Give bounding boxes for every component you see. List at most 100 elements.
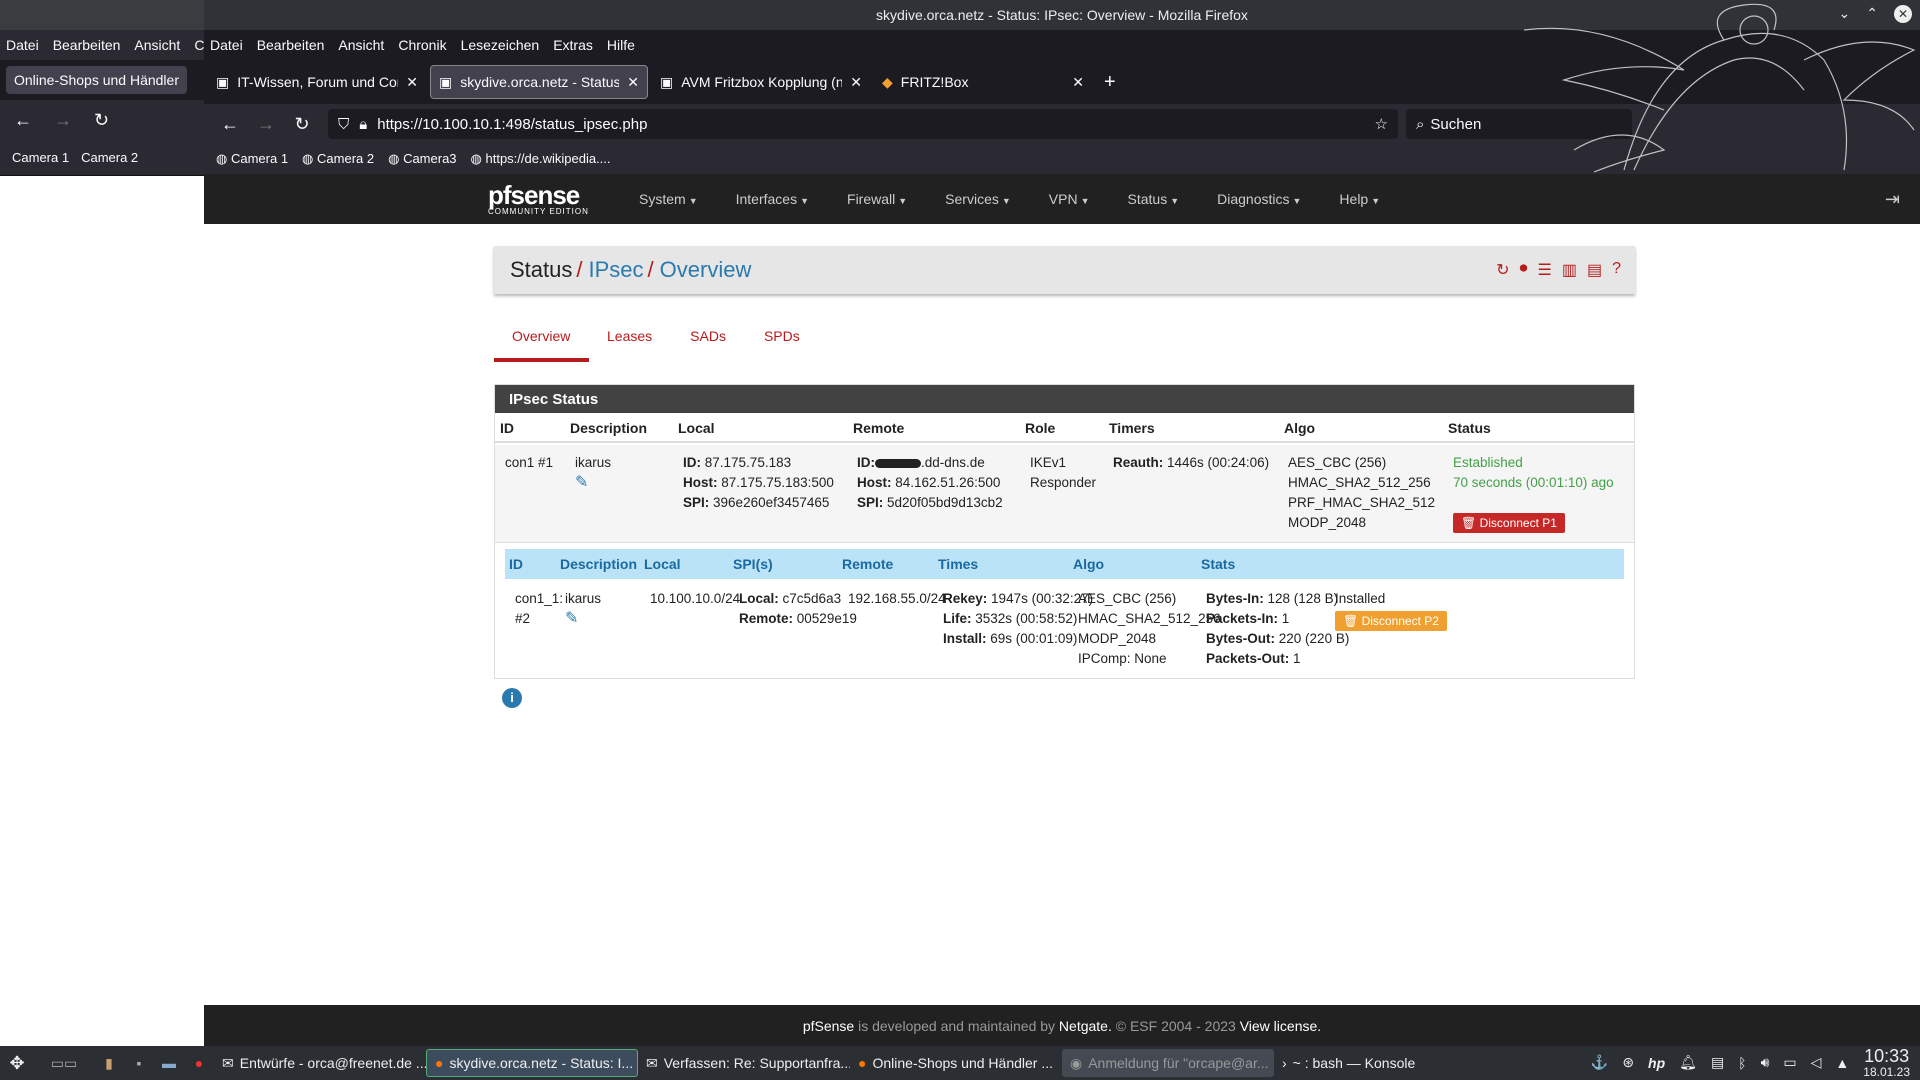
logout-icon[interactable]: ⇥ bbox=[1885, 189, 1900, 210]
breadcrumb-overview[interactable]: Overview bbox=[660, 257, 752, 283]
notifications-tray-icon[interactable]: 🔔︎ bbox=[1679, 1054, 1697, 1071]
tab-spds[interactable]: SPDs bbox=[746, 322, 820, 362]
netgate-link[interactable]: Netgate. bbox=[1059, 1018, 1112, 1034]
display-tray-icon[interactable]: ▭ bbox=[1783, 1054, 1796, 1071]
expand-tray-icon[interactable]: ▲ bbox=[1835, 1055, 1849, 1071]
caret-down-icon: ▼ bbox=[1170, 196, 1180, 206]
forward-icon[interactable]: → bbox=[54, 110, 72, 131]
p1-status: Established 70 seconds (00:01:10) ago bbox=[1453, 453, 1614, 493]
bookmark-camera1[interactable]: ◍ Camera 1 bbox=[216, 151, 288, 167]
disconnect-p1-button[interactable]: 🗑︎ Disconnect P1 bbox=[1453, 513, 1565, 533]
menu-extras[interactable]: Extras bbox=[553, 37, 593, 53]
bg-tab[interactable]: Online-Shops und Händler bbox=[6, 66, 187, 94]
view-license-link[interactable]: View license. bbox=[1240, 1018, 1321, 1034]
task-login-dialog[interactable]: ◉ Anmeldung für "orcape@ar... bbox=[1062, 1049, 1274, 1077]
help-icon[interactable]: ? bbox=[1612, 260, 1621, 280]
menu-datei[interactable]: Datei bbox=[210, 37, 243, 53]
log-icon[interactable]: ▤ bbox=[1587, 260, 1602, 280]
bg-bookmark-camera1[interactable]: Camera 1 bbox=[12, 150, 69, 165]
network-tray-icon[interactable]: ⚓ bbox=[1591, 1054, 1608, 1071]
bg-menu-bearbeiten[interactable]: Bearbeiten bbox=[53, 37, 121, 53]
info-icon[interactable]: i bbox=[502, 688, 522, 708]
menu-ansicht[interactable]: Ansicht bbox=[338, 37, 384, 53]
menu-hilfe[interactable]: Hilfe bbox=[607, 37, 635, 53]
menu-system[interactable]: System ▼ bbox=[620, 191, 717, 207]
menu-lesezeichen[interactable]: Lesezeichen bbox=[461, 37, 540, 53]
p1-description: ikarus bbox=[575, 455, 612, 470]
reload-icon[interactable]: ↻ bbox=[284, 114, 320, 135]
tab-fritzbox[interactable]: ◆ FRITZ!Box ✕ bbox=[874, 65, 1092, 99]
vivaldi-icon[interactable]: ● bbox=[184, 1055, 214, 1071]
restart-icon[interactable]: ↻ bbox=[1496, 260, 1509, 280]
volume-tray-icon[interactable]: 🔊︎ bbox=[1761, 1054, 1770, 1071]
task-compose-support[interactable]: ✉ Verfassen: Re: Supportanfra... bbox=[638, 1049, 850, 1077]
menu-diagnostics[interactable]: Diagnostics ▼ bbox=[1198, 191, 1320, 207]
tab-overview[interactable]: Overview bbox=[494, 322, 589, 362]
menu-bearbeiten[interactable]: Bearbeiten bbox=[257, 37, 325, 53]
p2-header-local: Local bbox=[644, 556, 681, 572]
mail-icon: ✉ bbox=[646, 1054, 658, 1071]
task-konsole[interactable]: › ~ : bash — Konsole bbox=[1274, 1049, 1486, 1077]
disconnect-p2-button[interactable]: 🗑︎ Disconnect P2 bbox=[1335, 611, 1447, 631]
bg-menu-datei[interactable]: Datei bbox=[6, 37, 39, 53]
desktop-pager-icon[interactable]: ▭▭ bbox=[34, 1055, 94, 1072]
menu-interfaces[interactable]: Interfaces ▼ bbox=[717, 191, 828, 207]
search-input[interactable]: ⌕ Suchen bbox=[1406, 109, 1632, 139]
speaker-tray-icon[interactable]: ◁ bbox=[1811, 1054, 1822, 1071]
pfsense-logo[interactable]: pfsense COMMUNITY EDITION bbox=[488, 182, 596, 216]
menu-status[interactable]: Status ▼ bbox=[1109, 191, 1199, 207]
tab-close-icon[interactable]: ✕ bbox=[627, 74, 639, 91]
tab-close-icon[interactable]: ✕ bbox=[850, 74, 862, 91]
tab-it-wissen[interactable]: ▣ IT-Wissen, Forum und Com ✕ bbox=[208, 65, 426, 99]
terminal-icon[interactable]: ▪ bbox=[124, 1055, 154, 1071]
clipboard-tray-icon[interactable]: ▤ bbox=[1711, 1054, 1724, 1071]
app-launcher-icon[interactable]: ✥ bbox=[0, 1053, 34, 1074]
url-bar[interactable]: ⛉ 🔒︎ https://10.100.10.1:498/status_ipse… bbox=[328, 109, 1398, 139]
clock[interactable]: 10:33 18.01.23 bbox=[1863, 1047, 1910, 1078]
tab-close-icon[interactable]: ✕ bbox=[406, 74, 418, 91]
menu-firewall[interactable]: Firewall ▼ bbox=[828, 191, 926, 207]
tab-sads[interactable]: SADs bbox=[672, 322, 746, 362]
edit-pencil-icon[interactable]: ✎ bbox=[565, 610, 578, 627]
menu-vpn[interactable]: VPN ▼ bbox=[1030, 191, 1109, 207]
files-icon[interactable]: ▮ bbox=[94, 1055, 124, 1072]
close-icon[interactable]: ✕ bbox=[1894, 5, 1912, 23]
new-tab-button[interactable]: + bbox=[1104, 71, 1116, 94]
forward-icon[interactable]: → bbox=[248, 114, 284, 135]
edit-pencil-icon[interactable]: ✎ bbox=[575, 474, 588, 491]
window-icon[interactable]: ▬ bbox=[154, 1055, 184, 1071]
background-window: Datei Bearbeiten Ansicht C Online-Shops … bbox=[0, 0, 204, 1046]
back-icon[interactable]: ← bbox=[212, 114, 248, 135]
task-thunderbird-drafts[interactable]: ✉ Entwürfe - orca@freenet.de ... bbox=[214, 1049, 426, 1077]
bg-bookmark-camera2[interactable]: Camera 2 bbox=[81, 150, 138, 165]
back-icon[interactable]: ← bbox=[14, 110, 32, 131]
hp-tray-icon[interactable]: hp bbox=[1648, 1055, 1665, 1071]
minimize-icon[interactable]: ⌄ bbox=[1839, 5, 1851, 23]
tab-skydive[interactable]: ▣ skydive.orca.netz - Status: ✕ bbox=[430, 65, 648, 99]
stop-icon[interactable]: ⏺ bbox=[1519, 260, 1527, 280]
reload-icon[interactable]: ↻ bbox=[94, 110, 109, 131]
settings-sliders-icon[interactable]: ☰ bbox=[1538, 260, 1552, 280]
star-icon[interactable]: ☆ bbox=[1375, 115, 1388, 133]
bookmark-camera3[interactable]: ◍ Camera3 bbox=[388, 151, 456, 167]
update-tray-icon[interactable]: ⊛ bbox=[1622, 1054, 1634, 1071]
bg-menu-c[interactable]: C bbox=[194, 37, 204, 53]
task-firefox-shops[interactable]: ● Online-Shops und Händler ... bbox=[850, 1049, 1062, 1077]
task-firefox-skydive[interactable]: ● skydive.orca.netz - Status: I... bbox=[426, 1049, 638, 1077]
p2-id: con1_1: #2 bbox=[515, 591, 564, 626]
bookmark-camera2[interactable]: ◍ Camera 2 bbox=[302, 151, 374, 167]
menu-help[interactable]: Help ▼ bbox=[1320, 191, 1399, 207]
bg-menu-ansicht[interactable]: Ansicht bbox=[134, 37, 180, 53]
maximize-icon[interactable]: ⌃ bbox=[1866, 5, 1878, 23]
tab-leases[interactable]: Leases bbox=[589, 322, 672, 362]
menu-chronik[interactable]: Chronik bbox=[398, 37, 446, 53]
menu-services[interactable]: Services ▼ bbox=[926, 191, 1030, 207]
p2-header-id: ID bbox=[509, 556, 523, 572]
p1-header-local: Local bbox=[678, 420, 715, 436]
tab-close-icon[interactable]: ✕ bbox=[1072, 74, 1084, 91]
bookmark-wikipedia[interactable]: ◍ https://de.wikipedia.... bbox=[471, 151, 611, 167]
breadcrumb-ipsec[interactable]: IPsec bbox=[589, 257, 644, 283]
bluetooth-tray-icon[interactable]: ᛒ bbox=[1738, 1055, 1746, 1071]
chart-icon[interactable]: ▥ bbox=[1562, 260, 1577, 280]
tab-avm[interactable]: ▣ AVM Fritzbox Kopplung (ne ✕ bbox=[652, 65, 870, 99]
